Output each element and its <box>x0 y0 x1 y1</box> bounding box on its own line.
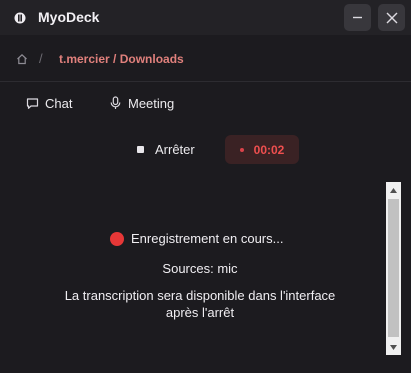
transcription-info: La transcription sera disponible dans l'… <box>40 287 360 321</box>
app-window: MyoDeck / t.mercier / Downloads Chat Mee… <box>0 0 411 373</box>
sources-text: Sources: mic <box>162 261 238 276</box>
transcription-info-line1: La transcription sera disponible dans l'… <box>64 288 336 303</box>
breadcrumb: / t.mercier / Downloads <box>0 35 411 82</box>
transcription-info-line2: après l'arrêt <box>165 305 235 320</box>
recording-timer: 00:02 <box>225 135 299 164</box>
app-logo-icon <box>14 11 26 24</box>
stop-icon <box>137 145 144 153</box>
scroll-thumb[interactable] <box>388 199 399 337</box>
recording-dot-icon <box>110 231 124 246</box>
close-icon <box>386 12 397 23</box>
scroll-up-button[interactable] <box>386 182 401 198</box>
home-icon[interactable] <box>16 52 28 65</box>
tab-chat-label: Chat <box>45 95 73 111</box>
recording-status-text: Enregistrement en cours... <box>131 231 284 246</box>
breadcrumb-separator: / <box>39 51 43 66</box>
close-button[interactable] <box>378 4 405 31</box>
app-title: MyoDeck <box>38 9 100 25</box>
stop-label: Arrêter <box>155 141 195 157</box>
stop-button[interactable]: Arrêter <box>134 139 195 159</box>
chat-bubble-icon <box>26 97 39 109</box>
recording-status: Enregistrement en cours... <box>110 231 283 246</box>
minimize-button[interactable] <box>344 4 371 31</box>
tab-chat[interactable]: Chat <box>26 95 72 111</box>
microphone-icon <box>110 96 121 109</box>
scroll-up-arrow-icon <box>390 187 397 193</box>
minimize-icon <box>353 16 362 19</box>
title-bar: MyoDeck <box>0 0 411 35</box>
breadcrumb-path[interactable]: t.mercier / Downloads <box>59 52 184 66</box>
tab-meeting-label: Meeting <box>128 95 175 111</box>
scroll-down-button[interactable] <box>386 339 401 355</box>
scroll-down-arrow-icon <box>390 344 397 350</box>
timer-value: 00:02 <box>253 142 285 157</box>
vertical-scrollbar[interactable] <box>386 182 401 355</box>
tab-meeting[interactable]: Meeting <box>109 95 174 111</box>
timer-dot-icon <box>239 147 244 152</box>
